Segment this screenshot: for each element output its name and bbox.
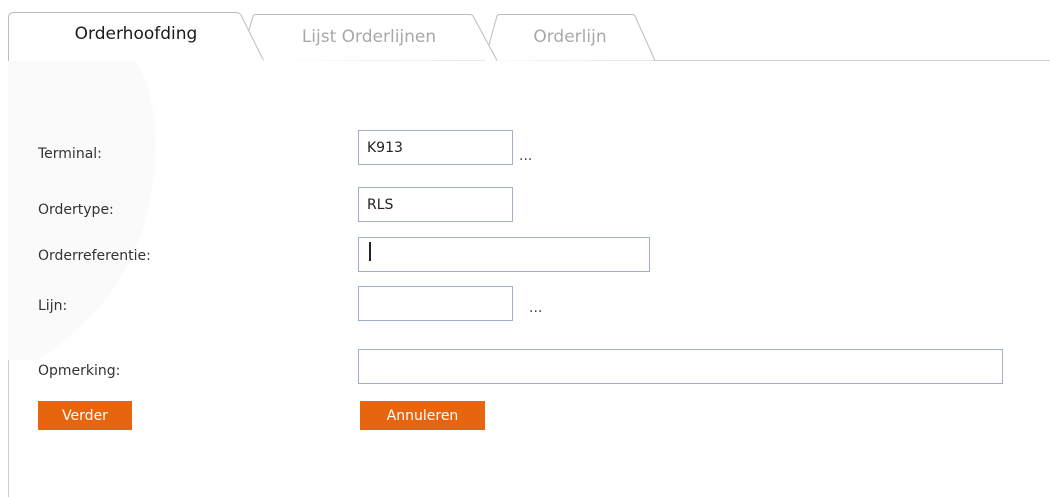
- annuleren-button[interactable]: Annuleren: [360, 401, 485, 430]
- opmerking-input[interactable]: [358, 349, 1003, 384]
- verder-button[interactable]: Verder: [38, 401, 132, 430]
- text-cursor: [369, 242, 371, 261]
- orderreferentie-label: Orderreferentie:: [38, 248, 151, 264]
- tab-label: Lijst Orderlijnen: [301, 27, 437, 47]
- tab-label: Orderhoofding: [74, 24, 198, 44]
- ordertype-input[interactable]: [358, 187, 513, 222]
- orderreferentie-input[interactable]: [358, 237, 650, 272]
- tab-label: Orderlijn: [533, 27, 607, 47]
- opmerking-label: Opmerking:: [38, 363, 121, 379]
- tab-orderhoofding[interactable]: Orderhoofding: [8, 12, 264, 61]
- terminal-label: Terminal:: [38, 146, 102, 162]
- terminal-lookup-button[interactable]: ...: [519, 148, 532, 164]
- tab-lijst-orderlijnen[interactable]: Lijst Orderlijnen: [240, 14, 498, 61]
- tab-orderlijn[interactable]: Orderlijn: [484, 14, 656, 61]
- lijn-input[interactable]: [358, 286, 513, 321]
- form-panel: [8, 60, 1050, 497]
- terminal-input[interactable]: [358, 130, 513, 165]
- lijn-lookup-button[interactable]: ...: [529, 300, 542, 316]
- tab-bar: Orderlijn Lijst Orderlijnen Orderhoofdin…: [0, 0, 1050, 62]
- lijn-label: Lijn:: [38, 298, 68, 314]
- ordertype-label: Ordertype:: [38, 202, 114, 218]
